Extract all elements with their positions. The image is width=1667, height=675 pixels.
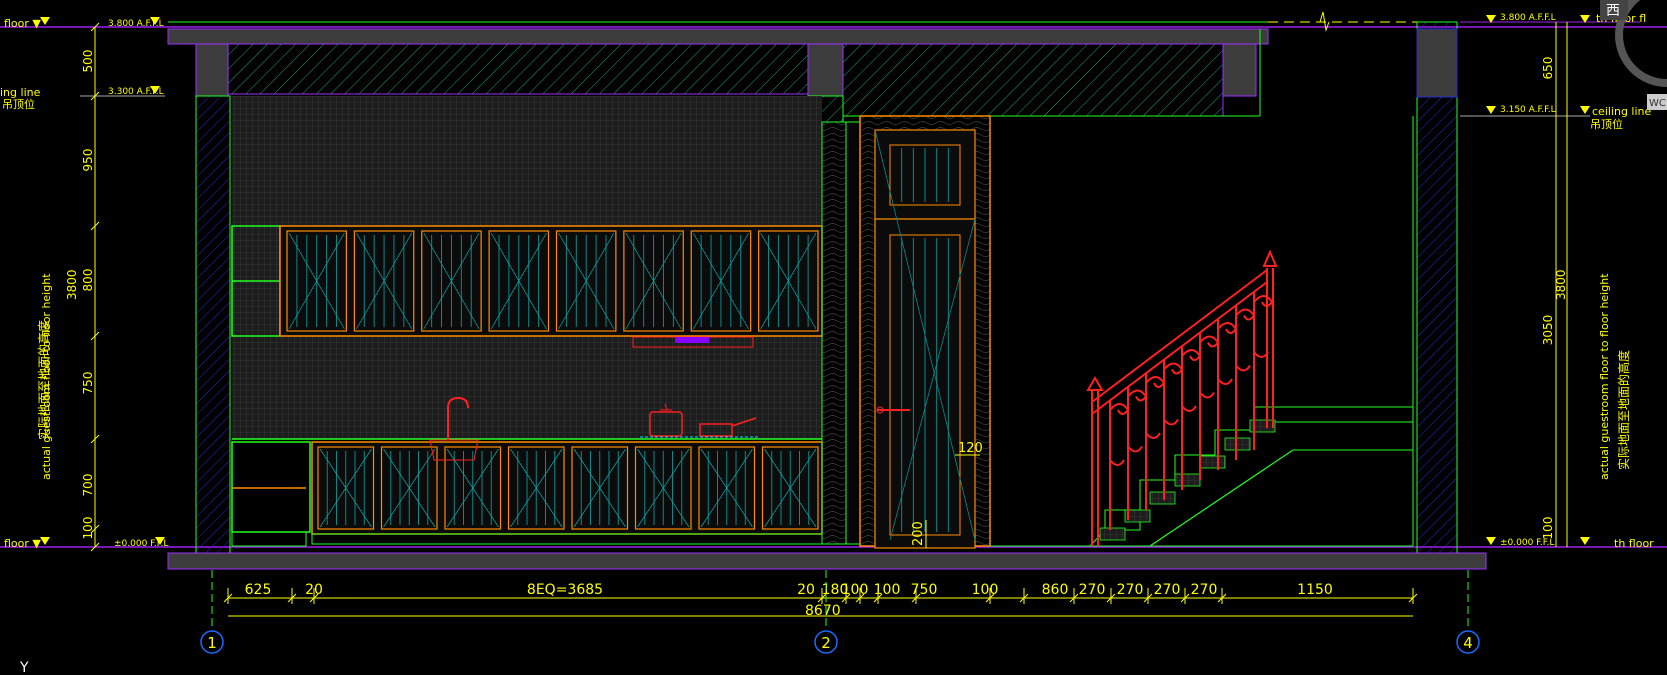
left-dim-label: 950 (81, 149, 95, 172)
bottom-dim-label: 860 (1042, 582, 1069, 598)
left-level-top: 3.800 A.F.F.L (108, 19, 164, 29)
stair-step (1224, 437, 1251, 451)
left-total-height: 3800 (65, 269, 79, 300)
stair-step (1174, 473, 1201, 487)
bottom-dim-label: 625 (245, 582, 272, 598)
bottom-dim-label: 270 (1154, 582, 1181, 598)
left-dim-label: 500 (81, 50, 95, 73)
bottom-dim-label: 270 (1079, 582, 1106, 598)
baluster-scroll (1109, 459, 1125, 466)
baluster-scroll (1109, 403, 1130, 415)
right-vertical-cn: 实际地面至地面的高度 (1616, 350, 1631, 470)
right-dim-label: 650 (1541, 57, 1555, 80)
left-ceiling-cn-label: 吊顶位 (2, 97, 35, 111)
grid-marker-4: 4 (1456, 630, 1480, 654)
left-level-bottom: ±0.000 F.F.L (114, 539, 168, 549)
grid-marker-2: 2 (814, 630, 838, 654)
bottom-dim-label: 100 (874, 582, 901, 598)
grid-marker-1: 1 (200, 630, 224, 654)
floor-slab (167, 552, 1487, 570)
right-ceiling-label: ceiling line (1592, 105, 1652, 118)
left-dim-label: 800 (81, 269, 95, 292)
left-wall (195, 95, 231, 554)
door-base-dim: 200 (911, 521, 926, 546)
left-dim-label: 750 (81, 372, 95, 395)
bottom-dim-label: 8EQ=3685 (527, 582, 603, 598)
upper-cabinets (231, 225, 823, 348)
stair-step (1099, 527, 1126, 541)
right-level-ceiling: 3.150 A.F.F.L (1500, 105, 1556, 115)
right-level-markers (1460, 15, 1640, 548)
baluster-scroll (1199, 335, 1220, 348)
ucs-y-label: Y (19, 660, 29, 675)
left-floor-bottom-label: floor ▼ (4, 537, 41, 550)
right-vertical-en: actual guestroom floor to floor height (1598, 273, 1611, 480)
right-dim-label: 3050 (1541, 315, 1555, 346)
left-vertical-en: actual guestroom floor to floor height (40, 273, 53, 480)
handle-gap-dim: 120 (958, 441, 983, 456)
bottom-dim-label: 270 (1117, 582, 1144, 598)
baluster-scroll (1145, 432, 1161, 439)
baluster-scroll (1199, 391, 1215, 399)
baluster-scroll (1217, 378, 1233, 385)
right-wall (1416, 21, 1458, 554)
bottom-dim-label: 20 (305, 582, 323, 598)
stair-step (1199, 455, 1226, 469)
elevation-drawing: floor ▼ ing line 吊顶位 floor ▼ 3.800 A.F.F… (0, 0, 1667, 675)
baluster-scroll (1127, 389, 1148, 402)
baluster-scroll (1253, 351, 1269, 358)
baluster-scroll (1235, 364, 1251, 372)
baluster-scroll (1253, 295, 1274, 307)
left-dim-label: 700 (81, 474, 95, 497)
bottom-dim-label: 750 (911, 582, 938, 598)
bottom-dim-label: 270 (1191, 582, 1218, 598)
right-level-top: 3.800 A.F.F.L (1500, 13, 1556, 23)
baluster-scroll (1217, 322, 1238, 334)
baluster-scroll (1163, 362, 1184, 375)
baluster-scroll (1181, 405, 1197, 412)
stair-railing (1086, 249, 1278, 546)
left-floor-top-label: floor ▼ (4, 17, 41, 30)
right-floor-bottom-label: th floor (1614, 537, 1654, 550)
right-dim-label: 100 (1541, 517, 1555, 540)
left-level-ceiling: 3.300 A.F.F.L (108, 87, 164, 97)
baluster-scroll (1163, 418, 1179, 426)
bottom-dim-label: 100 (842, 582, 869, 598)
viewcube-tag-label: WC (1649, 98, 1666, 109)
stair-step (1149, 491, 1176, 505)
baluster-scroll (1127, 445, 1143, 453)
baluster-scroll (1235, 308, 1256, 321)
ceiling-slab (167, 28, 1269, 45)
grid-marker-4-label: 4 (1463, 634, 1473, 652)
left-dim-label: 100 (81, 517, 95, 540)
viewcube-cn-label: 西 (1606, 3, 1620, 19)
grid-marker-2-label: 2 (821, 634, 831, 652)
lower-cabinets (231, 438, 823, 547)
grid-marker-1-label: 1 (207, 634, 217, 652)
left-soffit (227, 43, 809, 95)
total-width-dim: 8670 (805, 603, 841, 619)
right-ceiling-cn-label: 吊顶位 (1590, 117, 1623, 131)
baluster-scroll (1145, 376, 1166, 388)
tall-door (859, 115, 991, 549)
bottom-dim-label: 1150 (1297, 582, 1333, 598)
bottom-dim-label: 100 (972, 582, 999, 598)
bottom-dim-label: 20 (797, 582, 815, 598)
baluster-scroll (1181, 349, 1202, 361)
mid-soffit (842, 43, 1224, 117)
